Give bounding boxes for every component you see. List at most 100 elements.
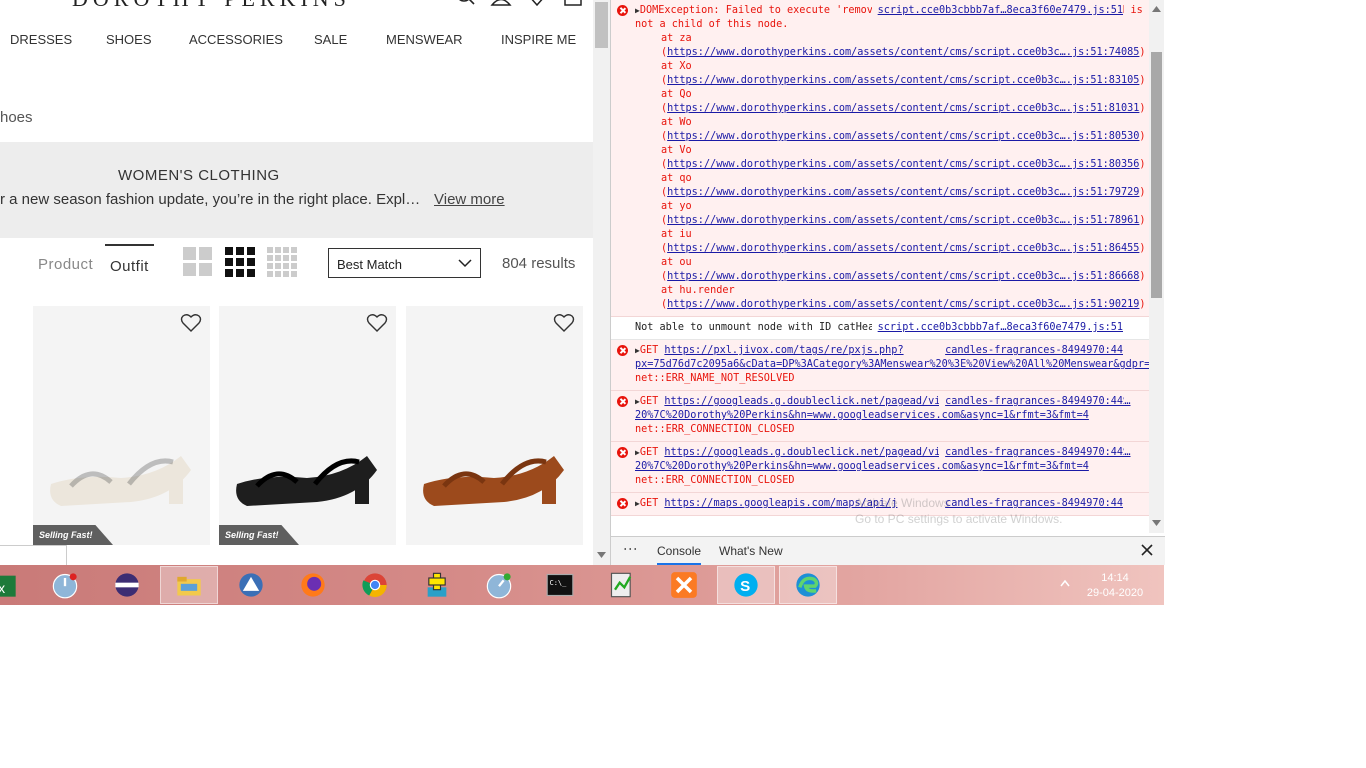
sort-select-value: Best Match (337, 257, 403, 272)
console-error[interactable]: candles-fragrances-8494970:44 ▶GET https:… (611, 391, 1149, 442)
console-error[interactable]: candles-fragrances-8494970:44 ▶GET https:… (611, 442, 1149, 493)
stack-frame: at Vo (https://www.dorothyperkins.com/as… (661, 145, 1146, 170)
nav-accessories[interactable]: ACCESSORIES (189, 32, 283, 47)
stack-frame-link[interactable]: https://www.dorothyperkins.com/assets/co… (667, 271, 1139, 282)
nav-inspire-me[interactable]: INSPIRE ME (501, 32, 576, 47)
svg-text:S: S (740, 578, 750, 595)
spreadsheet-app-icon: x (0, 575, 16, 597)
taskbar-xampp-button[interactable] (655, 566, 713, 604)
taskbar-network-app-button[interactable] (222, 566, 280, 604)
taskbar-skype-button[interactable]: S (717, 566, 775, 604)
web-page: DOROTHY PERKINS DRESSES SHOES ACCESSORIE… (0, 0, 593, 565)
activate-windows-watermark: Activate Windows Go to PC settings to ac… (855, 495, 1062, 527)
stack-frame-link[interactable]: https://www.dorothyperkins.com/assets/co… (667, 131, 1139, 142)
taskbar-installer-app-button[interactable] (408, 566, 466, 604)
devtools-panel: script.cce0b3cbbb7af…8eca3f60e7479.js:51… (610, 0, 1165, 565)
taskbar-eclipse-app-button[interactable] (98, 566, 156, 604)
stack-frame-link[interactable]: https://www.dorothyperkins.com/assets/co… (667, 299, 1139, 310)
scroll-up-arrow-icon[interactable] (1152, 6, 1161, 12)
product-card[interactable]: Selling Fast! (33, 306, 210, 545)
stack-frame-function: at hu.render (661, 285, 735, 296)
brand-logo[interactable]: DOROTHY PERKINS (72, 0, 351, 12)
stack-frame-link[interactable]: https://www.dorothyperkins.com/assets/co… (667, 103, 1139, 114)
scroll-down-arrow-icon[interactable] (1152, 520, 1161, 526)
error-icon (617, 447, 628, 458)
stack-frame-function: at qo (661, 173, 692, 184)
chevron-up-icon[interactable] (1060, 579, 1070, 587)
wishlist-icon[interactable] (526, 0, 548, 6)
stack-frame-link[interactable]: https://www.dorothyperkins.com/assets/co… (667, 75, 1139, 86)
request-method: GET (639, 396, 659, 407)
tab-whats-new[interactable]: What's New (719, 544, 783, 558)
console-scrollbar[interactable] (1149, 0, 1164, 533)
view-more-link[interactable]: View more (434, 191, 505, 208)
clock-date: 29-04-2020 (1086, 587, 1144, 599)
source-link[interactable]: candles-fragrances-8494970:44 (939, 344, 1123, 358)
view-product-toggle[interactable]: Product (38, 256, 93, 273)
page-scrollbar[interactable] (593, 0, 610, 565)
console-error[interactable]: candles-fragrances-8494970:44 ▶GET https:… (611, 340, 1149, 391)
grid-4-icon[interactable] (267, 247, 297, 277)
source-link[interactable]: script.cce0b3cbbb7af…8eca3f60e7479.js:51 (871, 4, 1123, 18)
nav-sale[interactable]: SALE (314, 32, 347, 47)
stack-frame: at yo (https://www.dorothyperkins.com/as… (661, 201, 1146, 226)
error-icon (617, 5, 628, 16)
heart-icon[interactable] (180, 313, 202, 333)
stack-frame: at iu (https://www.dorothyperkins.com/as… (661, 229, 1146, 254)
heart-icon[interactable] (366, 313, 388, 333)
taskbar-notepad-app-button[interactable] (593, 566, 651, 604)
taskbar-edge-button[interactable] (779, 566, 837, 604)
nav-menswear[interactable]: MENSWEAR (386, 32, 463, 47)
stack-frame-link[interactable]: https://www.dorothyperkins.com/assets/co… (667, 159, 1139, 170)
grid-2-icon[interactable] (183, 247, 213, 277)
console-error[interactable]: script.cce0b3cbbb7af…8eca3f60e7479.js:51… (611, 0, 1149, 317)
taskbar-clock-app-2-button[interactable] (470, 566, 528, 604)
taskbar-firefox-button[interactable] (284, 566, 342, 604)
source-link[interactable]: script.cce0b3cbbb7af…8eca3f60e7479.js:51 (871, 321, 1123, 335)
screen: DOROTHY PERKINS DRESSES SHOES ACCESSORIE… (0, 0, 1366, 768)
taskbar-command-prompt-button[interactable]: C:\_ (531, 566, 589, 604)
product-card[interactable]: Selling Fast! (219, 306, 396, 545)
taskbar-file-explorer-button[interactable] (160, 566, 218, 604)
console-scrollbar-thumb[interactable] (1151, 52, 1162, 298)
more-tabs-icon[interactable]: ⋮ (622, 542, 639, 557)
product-card[interactable] (406, 306, 583, 545)
clock-time: 14:14 (1101, 572, 1129, 584)
nav-dresses[interactable]: DRESSES (10, 32, 72, 47)
tab-console[interactable]: Console (657, 544, 702, 565)
installer-app-icon (427, 572, 447, 597)
nav-shoes[interactable]: SHOES (106, 32, 152, 47)
clock-app-2-icon (486, 573, 512, 599)
drawer-tabs: ⋮ Console What's New (611, 536, 1165, 565)
taskbar-spreadsheet-app-button[interactable]: x (0, 566, 33, 604)
stack-frame-link[interactable]: https://www.dorothyperkins.com/assets/co… (667, 187, 1139, 198)
stack-frame-link[interactable]: https://www.dorothyperkins.com/assets/co… (667, 215, 1139, 226)
bag-icon[interactable] (562, 0, 584, 6)
breadcrumb[interactable]: hoes (0, 109, 33, 126)
heart-icon[interactable] (553, 313, 575, 333)
close-icon[interactable] (1141, 544, 1153, 556)
search-icon[interactable] (454, 0, 476, 6)
sort-select[interactable]: Best Match (328, 248, 481, 278)
taskbar-clock-app-button[interactable] (36, 566, 94, 604)
system-clock[interactable]: 14:14 29-04-2020 (1084, 571, 1146, 601)
page-scrollbar-thumb[interactable] (595, 2, 608, 48)
source-link[interactable]: candles-fragrances-8494970:44 (939, 395, 1123, 409)
cookie-panel-edge (0, 545, 67, 565)
command-prompt-icon: C:\_ (546, 573, 574, 597)
taskbar-chrome-button[interactable] (346, 566, 404, 604)
account-icon[interactable] (490, 0, 512, 6)
view-outfit-toggle[interactable]: Outfit (105, 244, 154, 280)
console-log[interactable]: script.cce0b3cbbb7af…8eca3f60e7479.js:51… (611, 0, 1149, 533)
listing-toolbar: Product Outfit Best Match 804 results (0, 244, 593, 284)
file-explorer-icon (177, 576, 201, 596)
message-body: Not able to unmount node with ID catHead… (635, 322, 893, 333)
console-message[interactable]: script.cce0b3cbbb7af…8eca3f60e7479.js:51… (611, 317, 1149, 340)
grid-3-icon[interactable] (225, 247, 255, 277)
stack-frame-link[interactable]: https://www.dorothyperkins.com/assets/co… (667, 47, 1139, 58)
source-link[interactable]: candles-fragrances-8494970:44 (939, 446, 1123, 460)
stack-frame-function: at Vo (661, 145, 692, 156)
scroll-down-arrow-icon[interactable] (597, 552, 606, 558)
error-code: net::ERR_NAME_NOT_RESOLVED (635, 373, 795, 384)
stack-frame-link[interactable]: https://www.dorothyperkins.com/assets/co… (667, 243, 1139, 254)
